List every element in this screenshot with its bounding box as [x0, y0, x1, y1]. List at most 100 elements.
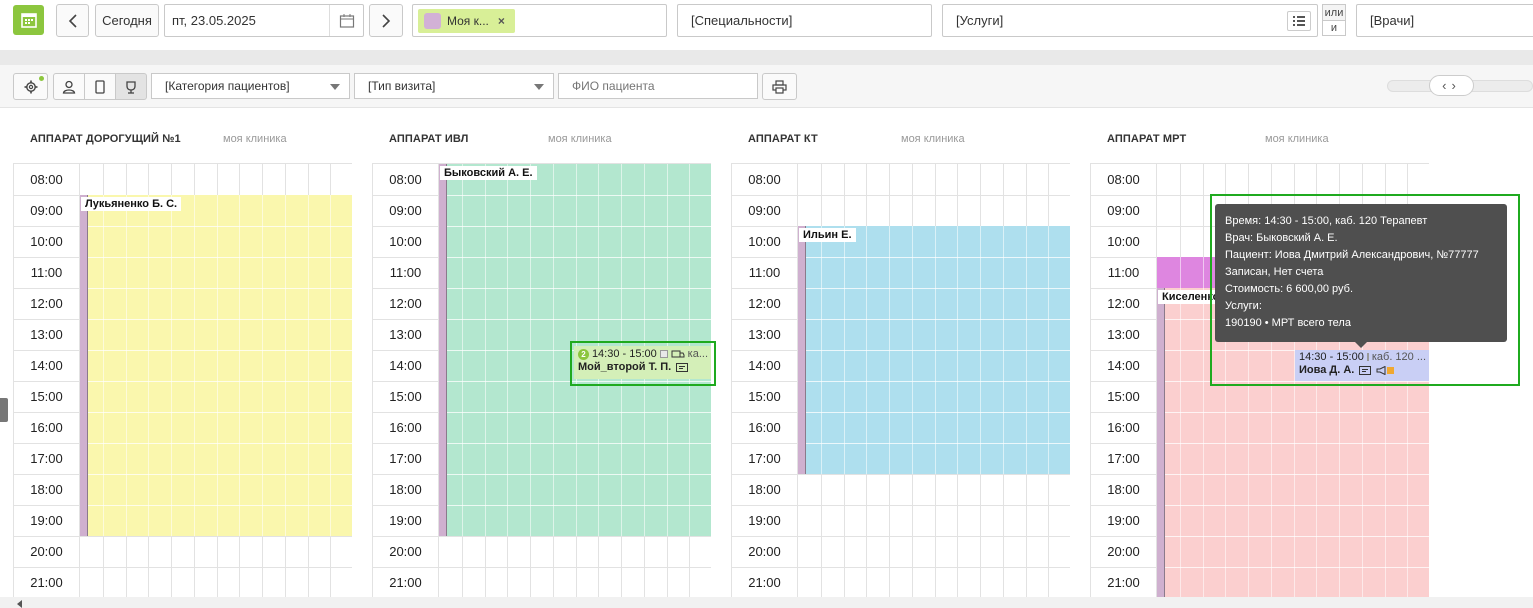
time-label: 11:00 [30, 265, 63, 280]
time-label: 20:00 [1107, 544, 1140, 559]
patient-category-label: [Категория пациентов] [165, 79, 290, 93]
slot-gridline [125, 195, 127, 536]
horizontal-scrollbar[interactable] [0, 597, 1533, 608]
column-clinic: моя клиника [223, 133, 287, 145]
highlight-box [1210, 194, 1520, 386]
slot-gridline [193, 195, 195, 536]
view-phone-button[interactable] [84, 73, 116, 100]
slot-gridline [216, 195, 218, 536]
today-button[interactable]: Сегодня [95, 4, 159, 37]
slot-gridline [330, 195, 332, 536]
time-label: 19:00 [389, 513, 422, 528]
clinic-color-swatch [424, 13, 441, 29]
time-axis: 08:00 09:00 10:00 11:00 12:00 13:00 14:00 15:00… [732, 164, 798, 608]
slot-gridline [262, 195, 263, 536]
next-day-button[interactable] [369, 4, 403, 37]
slot-gridline [1179, 288, 1181, 608]
time-label: 16:00 [30, 420, 63, 435]
highlight-box [570, 341, 716, 386]
time-axis: 08:00 09:00 10:00 11:00 12:00 13:00 14:00 15:00… [373, 164, 439, 608]
shift-strip [1157, 288, 1165, 608]
time-label: 15:00 [30, 389, 63, 404]
slot-gridline [934, 226, 936, 474]
specialties-select[interactable]: [Специальности] [677, 4, 932, 37]
slot-gridline [889, 226, 890, 474]
list-icon[interactable] [1287, 11, 1311, 31]
visit-type-label: [Тип визита] [368, 79, 436, 93]
time-label: 19:00 [748, 513, 781, 528]
logic-toggle[interactable]: или и [1322, 4, 1346, 36]
chevron-down-icon [330, 84, 340, 90]
prev-day-button[interactable] [56, 4, 89, 37]
doctor-name: Лукьяненко Б. С. [81, 197, 182, 211]
time-label: 21:00 [389, 575, 422, 590]
slot-gridline [148, 195, 150, 536]
slot-gridline [530, 164, 531, 536]
slot-gridline [1202, 288, 1204, 608]
gear-icon [24, 80, 37, 93]
services-select[interactable]: [Услуги] [942, 4, 1318, 37]
time-label: 21:00 [1107, 575, 1140, 590]
time-label: 13:00 [389, 327, 422, 342]
slot-gridline [820, 226, 822, 474]
doctors-select[interactable]: [Врачи] [1356, 4, 1533, 37]
time-label: 14:00 [389, 358, 422, 373]
slot-gridline [307, 195, 309, 536]
schedule-column-apparat-1: Лукьяненко Б. С. 08:00 09:00 10:00 11:00 12:… [13, 163, 352, 608]
time-label: 17:00 [748, 451, 781, 466]
time-label: 13:00 [1107, 327, 1140, 342]
doctor-name: Ильин Е. [799, 228, 856, 242]
time-label: 18:00 [389, 482, 422, 497]
time-label: 18:00 [30, 482, 63, 497]
zoom-slider-handle[interactable]: ‹› [1429, 75, 1474, 96]
logic-and[interactable]: и [1323, 20, 1345, 35]
slot-gridline [284, 195, 286, 536]
calendar-icon[interactable] [329, 5, 363, 36]
date-field[interactable]: пт, 23.05.2025 [164, 4, 364, 37]
slot-gridline [102, 195, 104, 536]
shift-strip [439, 164, 447, 536]
time-label: 14:00 [748, 358, 781, 373]
time-label: 15:00 [1107, 389, 1140, 404]
patient-category-select[interactable]: [Категория пациентов] [151, 73, 350, 99]
print-button[interactable] [762, 73, 797, 100]
view-person-button[interactable] [53, 73, 85, 100]
slot-gridline [239, 195, 241, 536]
time-label: 15:00 [748, 389, 781, 404]
phone-icon [95, 79, 105, 94]
slot-gridline [552, 164, 554, 536]
schedule-column-kt: Ильин Е. 08:00 09:00 10:00 11:00 12:00 13:00 1… [731, 163, 1070, 608]
time-label: 19:00 [30, 513, 63, 528]
slot-gridline [980, 226, 981, 474]
time-label: 19:00 [1107, 513, 1140, 528]
toolbar-separator [0, 50, 1533, 65]
visit-type-select[interactable]: [Тип визита] [354, 73, 554, 99]
column-title: АППАРАТ ДОРОГУЩИЙ №1 [30, 133, 181, 145]
time-label: 10:00 [389, 234, 422, 249]
time-label: 20:00 [748, 544, 781, 559]
scroll-left-icon[interactable] [17, 600, 22, 608]
column-title: АППАРАТ МРТ [1107, 133, 1187, 145]
time-label: 08:00 [30, 172, 63, 187]
column-clinic: моя клиника [548, 133, 612, 145]
chevron-down-icon [534, 84, 544, 90]
side-panel-handle[interactable] [0, 398, 8, 422]
time-label: 11:00 [1107, 265, 1140, 280]
settings-button[interactable] [13, 73, 48, 100]
time-label: 08:00 [389, 172, 422, 187]
clinic-tag[interactable]: Моя к... × [418, 9, 515, 33]
time-label: 12:00 [1107, 296, 1140, 311]
patient-name-input[interactable] [558, 73, 758, 99]
status-dot [39, 76, 44, 81]
calendar-app-icon[interactable] [13, 5, 44, 35]
view-cup-button[interactable] [115, 73, 147, 100]
time-label: 21:00 [748, 575, 781, 590]
column-title: АППАРАТ ИВЛ [389, 133, 469, 145]
close-icon[interactable]: × [498, 14, 505, 28]
slot-gridline [957, 226, 959, 474]
time-label: 14:00 [30, 358, 63, 373]
logic-or[interactable]: или [1323, 5, 1345, 20]
time-axis: 08:00 09:00 10:00 11:00 12:00 13:00 14:00 15:00… [1091, 164, 1157, 608]
time-label: 08:00 [1107, 172, 1140, 187]
printer-icon [772, 79, 787, 94]
